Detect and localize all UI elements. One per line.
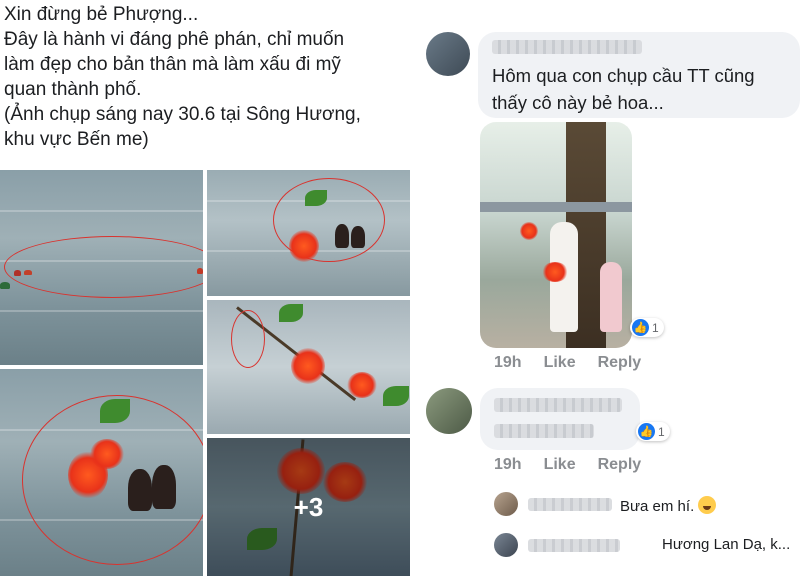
reply-button[interactable]: Reply: [598, 456, 642, 474]
comment-text-line: thấy cô này bẻ hoa...: [492, 92, 664, 113]
caption-line: quan thành phố.: [4, 79, 142, 100]
like-icon: 👍: [638, 423, 655, 440]
post: Xin đừng bẻ Phượng... Đây là hành vi đán…: [0, 0, 410, 576]
redacted-name: [494, 398, 622, 412]
reply-avatar[interactable]: [494, 492, 518, 516]
comment-text-line: Hôm qua con chụp cầu TT cũng: [492, 65, 755, 86]
post-photo-1[interactable]: [0, 170, 203, 365]
crying-face-icon: [698, 496, 717, 514]
swimmer: [14, 270, 21, 276]
comment-photo[interactable]: [480, 122, 632, 348]
caption-line: làm đẹp cho bản thân mà làm xấu đi mỹ: [4, 54, 341, 75]
reply-text: Hương Lan Dạ, k...: [662, 536, 790, 553]
flower-blossom: [90, 439, 124, 469]
caption-line: khu vực Bến me): [4, 129, 149, 150]
like-button[interactable]: Like: [544, 354, 576, 372]
comment-actions: 19h Like Reply: [494, 354, 641, 372]
post-caption: Xin đừng bẻ Phượng... Đây là hành vi đán…: [4, 2, 404, 152]
post-photo-4[interactable]: [0, 369, 203, 576]
highlight-circle: [4, 236, 203, 298]
person-head: [335, 224, 349, 248]
swimmer: [24, 270, 32, 275]
reaction-number: 1: [658, 424, 665, 439]
person-head: [152, 465, 176, 509]
reaction-number: 1: [652, 320, 659, 335]
reply-text: Bưa em hí.: [620, 496, 717, 515]
redacted-name: [528, 498, 612, 511]
like-icon: 👍: [632, 319, 649, 336]
caption-line: Đây là hành vi đáng phê phán, chỉ muốn: [4, 29, 345, 50]
flower-blossom: [542, 262, 568, 282]
reaction-count[interactable]: 👍 1: [636, 422, 670, 441]
redacted-text: [494, 424, 594, 438]
post-photo-3[interactable]: [207, 300, 410, 434]
commenter-avatar[interactable]: [426, 388, 472, 434]
leaf: [383, 386, 409, 406]
reaction-count[interactable]: 👍 1: [630, 318, 664, 337]
comment-time[interactable]: 19h: [494, 354, 522, 372]
swimmer: [197, 268, 203, 274]
leaf: [279, 304, 303, 322]
more-photos-overlay[interactable]: +3: [207, 438, 410, 576]
flower-blossom: [520, 222, 538, 240]
highlight-circle: [231, 310, 265, 368]
caption-line: (Ảnh chụp sáng nay 30.6 tại Sông Hương,: [4, 104, 361, 125]
person-head: [128, 469, 152, 511]
flower-blossom: [347, 372, 377, 398]
like-button[interactable]: Like: [544, 456, 576, 474]
reply-button[interactable]: Reply: [598, 354, 642, 372]
flower-blossom: [291, 348, 325, 384]
commenter-avatar[interactable]: [426, 32, 470, 76]
post-photo-2[interactable]: [207, 170, 410, 296]
flower-blossom: [289, 230, 319, 262]
reply-message: Hương Lan Dạ, k...: [662, 536, 791, 553]
child-pink-dress: [600, 262, 622, 332]
comments-panel: Hôm qua con chụp cầu TT cũng thấy cô này…: [414, 0, 800, 576]
more-photos-count: +3: [293, 491, 324, 522]
person-head: [351, 226, 365, 248]
redacted-name: [492, 40, 642, 54]
swimmer: [0, 282, 10, 289]
comment-time[interactable]: 19h: [494, 456, 522, 474]
comment-actions: 19h Like Reply: [494, 456, 641, 474]
caption-line: Xin đừng bẻ Phượng...: [4, 4, 199, 25]
reply-avatar[interactable]: [494, 533, 518, 557]
post-photo-more[interactable]: +3: [207, 438, 410, 576]
reply-message: Bưa em hí.: [620, 498, 695, 515]
redacted-name: [528, 539, 620, 552]
leaf: [305, 190, 327, 206]
leaf: [100, 399, 130, 423]
bridge: [480, 202, 632, 212]
